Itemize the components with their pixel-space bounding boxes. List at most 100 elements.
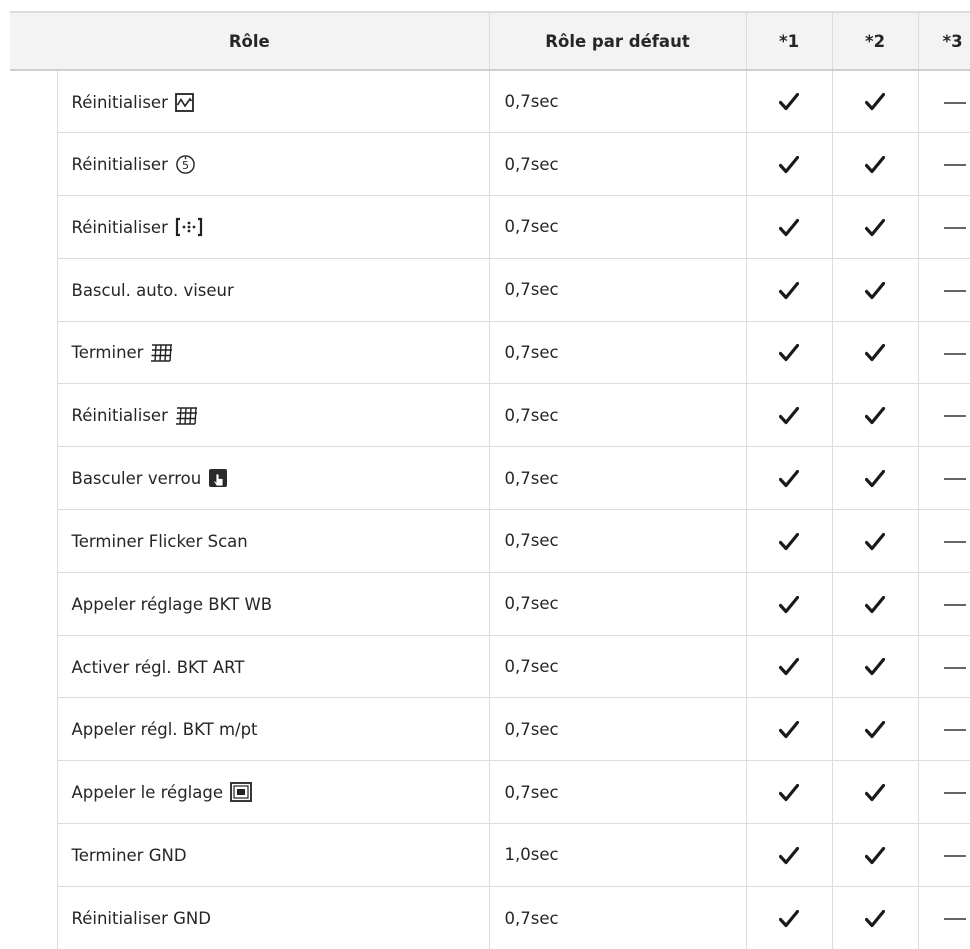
role-cell: Terminer GND — [56, 823, 490, 887]
col1-check-icon — [779, 657, 800, 676]
table-row: Terminer GND 1,0sec — [10, 823, 970, 887]
col1-check-icon — [779, 908, 800, 927]
col3-cell — [917, 446, 970, 510]
col2-cell — [831, 446, 919, 510]
col3-cell — [917, 760, 970, 824]
default-role-cell: 0,7sec — [488, 571, 747, 636]
table-row: Appeler réglage BKT WB 0,7sec — [10, 571, 970, 636]
grid-icon — [175, 406, 199, 426]
default-role-cell: 0,7sec — [488, 195, 747, 259]
default-role-cell: 0,7sec — [488, 257, 747, 322]
row-indent — [10, 886, 57, 949]
col1-check-icon — [779, 594, 800, 613]
col2-cell — [831, 634, 919, 698]
col1-check-icon — [779, 280, 800, 299]
row-indent — [10, 384, 57, 447]
row-indent — [10, 196, 57, 259]
col3-cell — [917, 70, 970, 133]
col3-dash-icon — [943, 92, 966, 111]
col3-dash-icon — [943, 783, 966, 802]
default-role-cell: 0,7sec — [488, 70, 747, 133]
col3-dash-icon — [943, 720, 966, 739]
role-label: Activer régl. BKT ART — [71, 657, 245, 677]
col2-check-icon — [865, 92, 886, 111]
row-indent — [10, 572, 57, 635]
col3-cell — [917, 823, 970, 887]
role-cell: Appeler le réglage — [56, 760, 490, 824]
col1-cell — [745, 446, 833, 510]
role-cell: Terminer Flicker Scan — [56, 509, 490, 573]
role-label: Réinitialiser — [71, 217, 168, 237]
col3-dash-icon — [943, 909, 966, 928]
role-cell: Activer régl. BKT ART — [56, 634, 490, 698]
header-col2: *2 — [831, 11, 919, 71]
role-cell: Appeler régl. BKT m/pt — [56, 697, 490, 761]
role-label: Réinitialiser — [71, 92, 168, 112]
col3-cell — [917, 697, 970, 761]
default-role-cell: 0,7sec — [488, 697, 747, 761]
role-cell: Réinitialiser — [56, 195, 490, 259]
row-indent — [10, 698, 57, 761]
col1-cell — [745, 257, 833, 322]
role-cell: Appeler réglage BKT WB — [56, 571, 490, 636]
af-target-icon — [175, 217, 203, 237]
col2-cell — [831, 257, 919, 322]
col3-dash-icon — [943, 845, 966, 864]
role-label: Basculer verrou — [71, 468, 202, 488]
col2-check-icon — [865, 782, 886, 802]
table-row: Réinitialiser 0,7sec — [10, 195, 970, 259]
col2-check-icon — [865, 343, 886, 362]
col2-cell — [831, 70, 919, 133]
default-role-cell: 0,7sec — [488, 320, 747, 384]
col3-dash-icon — [943, 343, 966, 362]
row-indent — [10, 824, 57, 887]
col1-check-icon — [779, 782, 800, 802]
col3-cell — [917, 383, 970, 447]
default-role-cell: 0,7sec — [488, 760, 747, 824]
histogram-icon — [174, 92, 194, 112]
col1-check-icon — [779, 92, 800, 111]
table-row: Appeler le réglage 0,7sec — [10, 760, 970, 824]
col3-cell — [917, 571, 970, 636]
col1-cell — [745, 383, 833, 447]
col1-cell — [745, 634, 833, 698]
role-label: Appeler régl. BKT m/pt — [71, 720, 258, 740]
col1-cell — [745, 195, 833, 259]
col3-cell — [917, 257, 970, 322]
col1-check-icon — [779, 468, 800, 488]
col2-cell — [831, 132, 919, 196]
col2-cell — [831, 697, 919, 761]
col1-cell — [745, 70, 833, 133]
col2-check-icon — [865, 154, 886, 174]
role-label: Terminer — [71, 343, 144, 363]
header-col3: *3 — [917, 11, 970, 71]
col3-cell — [917, 885, 970, 949]
role-cell: Basculer verrou — [56, 446, 490, 510]
col3-cell — [917, 509, 970, 573]
col3-dash-icon — [943, 594, 966, 613]
table-header-row: Rôle Rôle par défaut *1 *2 *3 — [10, 11, 970, 71]
col1-cell — [745, 885, 833, 949]
default-role-cell: 0,7sec — [488, 509, 747, 573]
col3-cell — [917, 195, 970, 259]
col1-cell — [745, 760, 833, 824]
col2-check-icon — [865, 468, 886, 488]
col2-check-icon — [865, 531, 886, 550]
role-label: Bascul. auto. viseur — [71, 280, 234, 300]
table-row: Bascul. auto. viseur 0,7sec — [10, 257, 970, 322]
col2-cell — [831, 760, 919, 824]
table-row: Réinitialiser GND 0,7sec — [10, 885, 970, 949]
col2-check-icon — [865, 657, 886, 676]
role-label: Réinitialiser — [71, 406, 168, 426]
table-row: Réinitialiser 0,7sec — [10, 70, 970, 133]
role-cell: Bascul. auto. viseur — [56, 257, 490, 322]
col3-dash-icon — [943, 657, 966, 676]
col2-cell — [831, 195, 919, 259]
multi-exposure-icon — [230, 782, 252, 803]
row-indent — [10, 321, 57, 384]
col1-cell — [745, 571, 833, 636]
grid-icon — [150, 343, 174, 363]
col3-dash-icon — [943, 217, 966, 236]
col1-check-icon — [779, 531, 800, 550]
default-role-cell: 0,7sec — [488, 634, 747, 698]
